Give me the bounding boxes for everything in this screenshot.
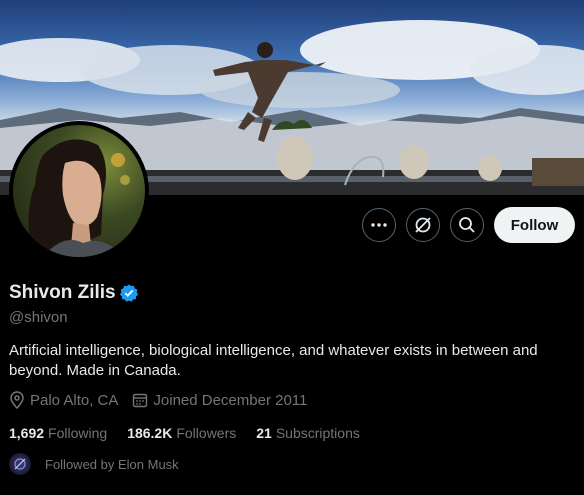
subscriptions-link[interactable]: 21 Subscriptions <box>256 425 360 441</box>
search-icon <box>459 217 475 233</box>
grok-button[interactable] <box>406 208 440 242</box>
verified-badge-icon[interactable] <box>119 283 139 303</box>
followed-by-link[interactable]: Followed by Elon Musk <box>9 453 179 475</box>
more-button[interactable] <box>362 208 396 242</box>
joined-item: Joined December 2011 <box>132 392 307 409</box>
profile-avatar[interactable] <box>9 121 149 261</box>
calendar-icon <box>133 393 148 408</box>
location-item: Palo Alto, CA <box>9 391 118 409</box>
following-count: 1,692 <box>9 425 45 441</box>
more-icon <box>371 223 387 227</box>
subscriptions-label: Subscriptions <box>275 425 360 441</box>
followers-link[interactable]: 186.2K Followers <box>127 425 236 441</box>
search-button[interactable] <box>450 208 484 242</box>
grok-icon <box>415 217 431 233</box>
follower-avatar <box>9 453 31 475</box>
following-link[interactable]: 1,692 Following <box>9 425 107 441</box>
profile-name-row: Shivon Zilis <box>9 282 139 304</box>
profile-bio: Artificial intelligence, biological inte… <box>9 342 538 379</box>
subscriptions-count: 21 <box>256 425 272 441</box>
follower-avatar-icon <box>14 458 26 470</box>
followers-label: Followers <box>176 425 237 441</box>
joined-text: Joined December 2011 <box>153 391 308 409</box>
profile-name: Shivon Zilis <box>9 282 116 303</box>
following-label: Following <box>48 425 108 441</box>
followed-by-text: Followed by Elon Musk <box>45 456 179 472</box>
location-text: Palo Alto, CA <box>30 391 119 409</box>
follow-button[interactable]: Follow <box>494 207 575 243</box>
location-pin-icon <box>10 391 24 409</box>
avatar-image <box>13 125 145 257</box>
profile-meta: Palo Alto, CA Joined December 2011 <box>9 391 321 409</box>
followers-count: 186.2K <box>127 425 173 441</box>
profile-handle: @shivon <box>9 309 68 326</box>
profile-stats: 1,692 Following 186.2K Followers 21 Subscri… <box>9 425 380 441</box>
